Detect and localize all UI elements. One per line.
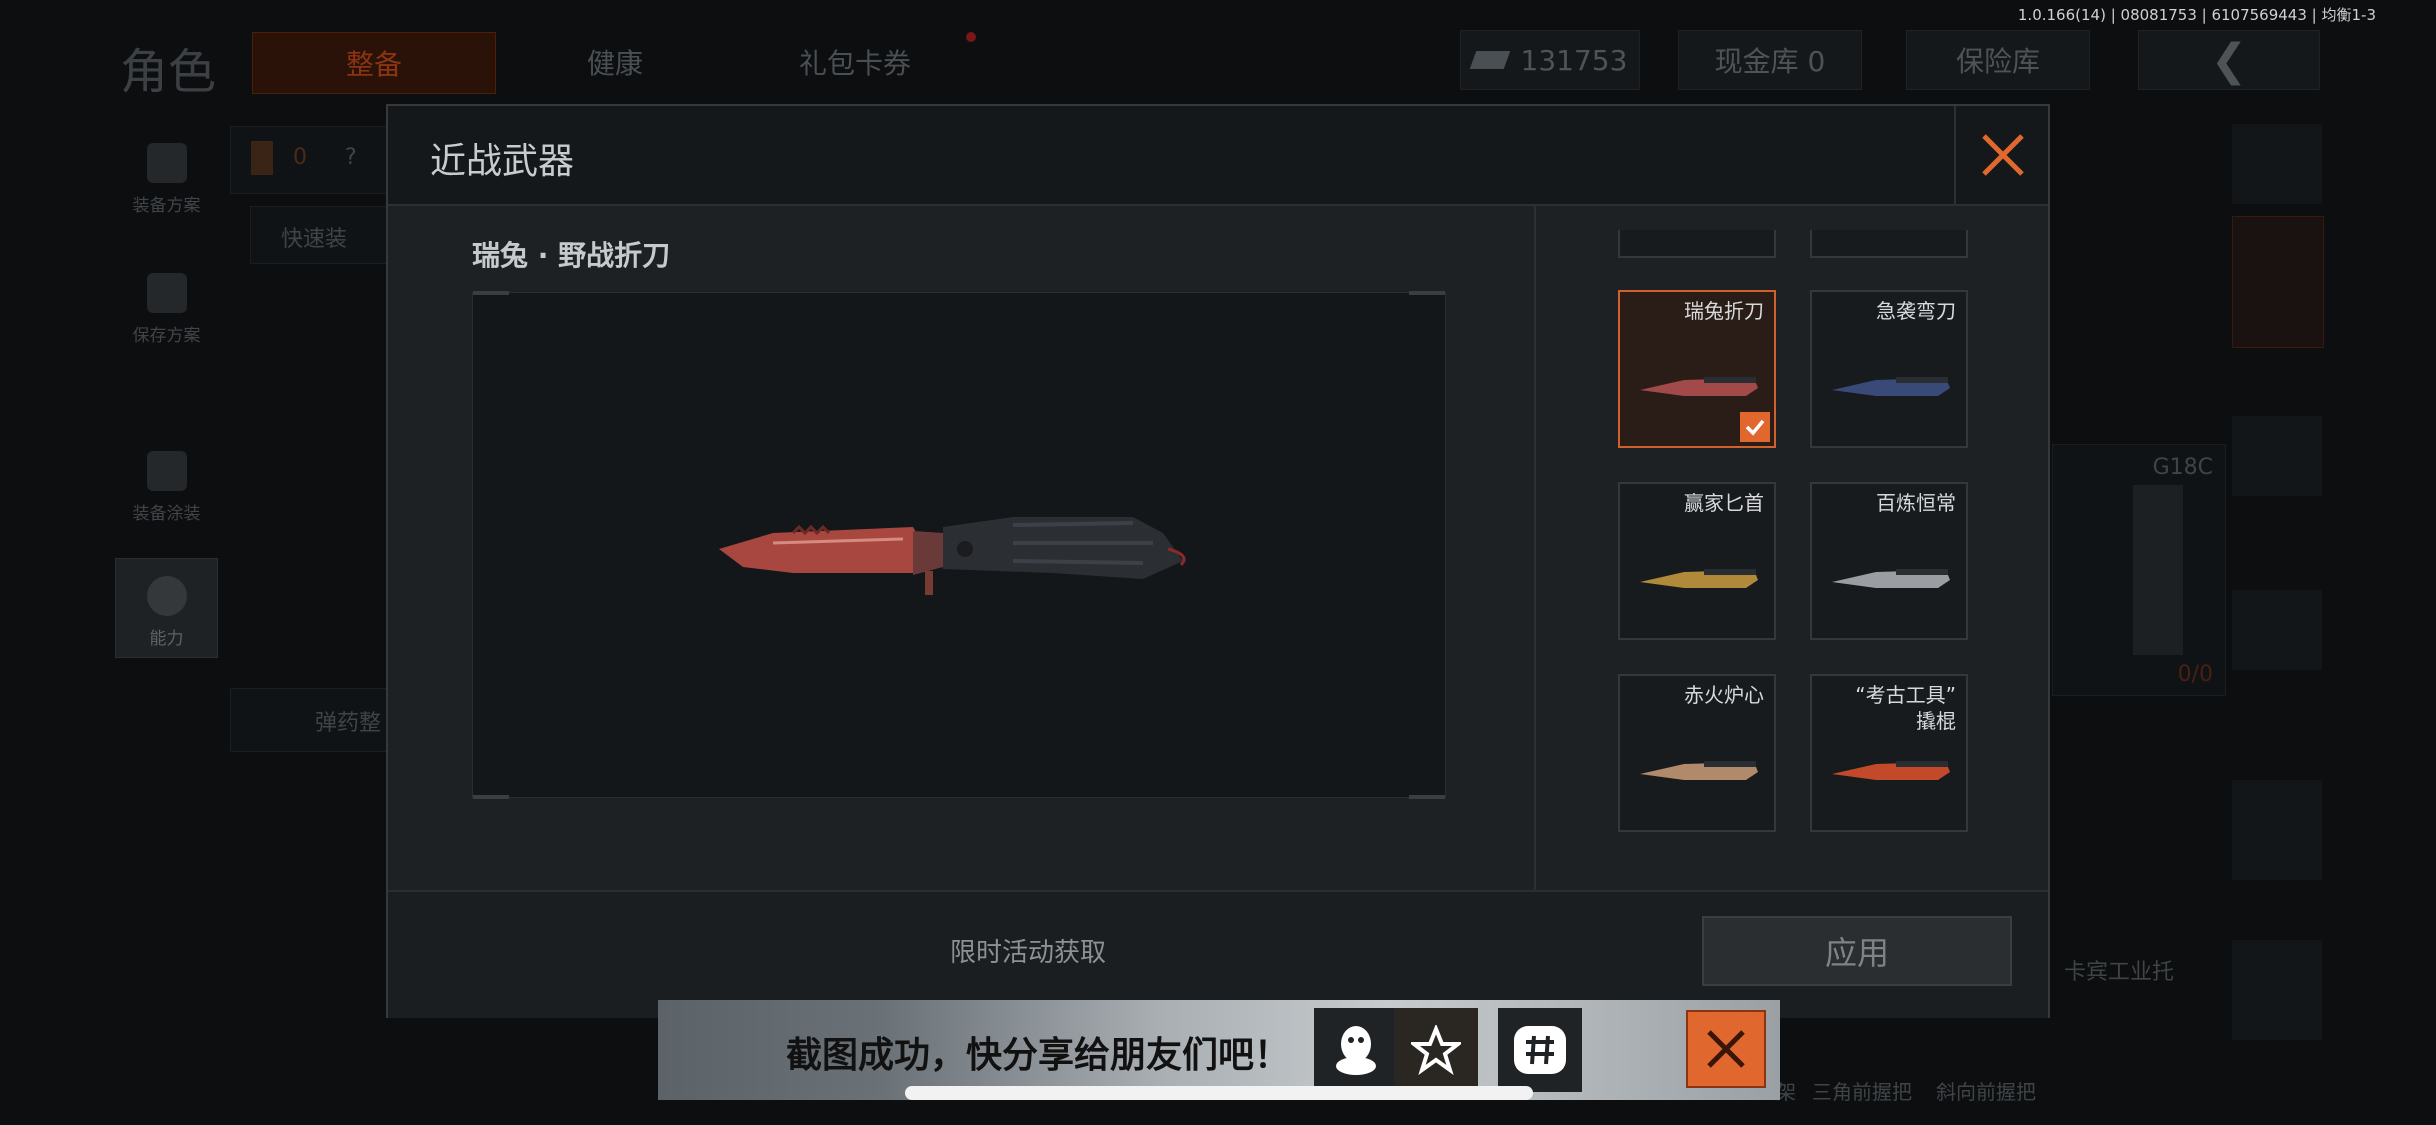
share-banner: 截图成功，快分享给朋友们吧！ bbox=[658, 1000, 1780, 1100]
qzone-icon bbox=[1411, 1025, 1461, 1075]
share-message: 截图成功，快分享给朋友们吧！ bbox=[786, 1035, 1291, 1076]
wechat-icon bbox=[1514, 1026, 1566, 1074]
insurance-vault-button[interactable]: 保险库 bbox=[1906, 30, 2090, 90]
count-value: 0 bbox=[293, 145, 307, 170]
secondary-weapon-slot[interactable]: G18C 0/0 bbox=[2052, 444, 2226, 696]
close-button[interactable] bbox=[1954, 106, 2050, 204]
vest-icon bbox=[146, 143, 187, 183]
pistol-icon bbox=[2133, 485, 2183, 655]
weapon-thumbnail bbox=[1640, 377, 1758, 396]
weapon-thumbnail bbox=[1832, 569, 1950, 588]
frame-corner bbox=[1409, 795, 1445, 799]
acquire-source: 限时活动获取 bbox=[950, 938, 1107, 968]
close-icon bbox=[1707, 1030, 1745, 1068]
magazine-slot-icon[interactable] bbox=[2232, 780, 2322, 880]
item-card-label: 百炼恒常 bbox=[1876, 491, 1956, 515]
frame-corner bbox=[473, 291, 509, 295]
item-card-partial[interactable] bbox=[1618, 230, 1776, 258]
item-card[interactable]: “考古工具” 撬棍 bbox=[1810, 674, 1968, 832]
qzone-share-button[interactable] bbox=[1394, 1008, 1478, 1092]
modal-header: 近战武器 bbox=[388, 106, 2048, 206]
home-indicator[interactable] bbox=[905, 1086, 1533, 1100]
item-name: 瑞兔 · 野战折刀 bbox=[472, 239, 671, 272]
vest-small-icon bbox=[251, 141, 273, 175]
rifle-slot-icon[interactable] bbox=[2232, 590, 2322, 670]
weapon-thumbnail bbox=[1832, 377, 1950, 396]
download-icon bbox=[146, 273, 187, 313]
item-card-label: 急袭弯刀 bbox=[1876, 299, 1956, 323]
panel-divider bbox=[1534, 204, 1536, 992]
version-info: 1.0.166(14) | 08081753 | 6107569443 | 均衡… bbox=[2017, 6, 2376, 24]
save-plan-button[interactable]: 保存方案 bbox=[115, 254, 218, 354]
wechat-share-button[interactable] bbox=[1498, 1008, 1582, 1092]
save-plan-label: 保存方案 bbox=[132, 326, 201, 346]
currency-icon bbox=[1469, 51, 1510, 69]
helmet-slot-icon[interactable] bbox=[2232, 416, 2322, 496]
help-icon[interactable]: ? bbox=[345, 145, 357, 170]
attachment-label: 三角前握把 bbox=[1812, 1080, 1912, 1104]
melee-weapon-modal: 近战武器 瑞兔 · 野战折刀 瑞兔折刀 急袭弯刀赢家匕首 百炼恒常赤火炉心 bbox=[386, 104, 2050, 1018]
item-card-label: 赤火炉心 bbox=[1684, 683, 1764, 707]
inventory-stack-icon[interactable] bbox=[2232, 124, 2322, 204]
ammo-button[interactable]: 弹药整 bbox=[230, 688, 392, 752]
equip-plan-label: 装备方案 bbox=[132, 196, 201, 216]
cash-vault-button[interactable]: 现金库 0 bbox=[1678, 30, 1862, 90]
item-card[interactable]: 赢家匕首 bbox=[1618, 482, 1776, 640]
item-card-label: 瑞兔折刀 bbox=[1684, 299, 1764, 323]
apply-button[interactable]: 应用 bbox=[1702, 916, 2012, 986]
frame-corner bbox=[473, 795, 509, 799]
equip-plan-button[interactable]: 装备方案 bbox=[115, 124, 218, 224]
weapon-thumbnail bbox=[1640, 761, 1758, 780]
page-title: 角色 bbox=[120, 44, 217, 100]
item-card-label: “考古工具” 撬棍 bbox=[1855, 683, 1956, 733]
item-preview[interactable] bbox=[472, 291, 1446, 799]
banner-close-button[interactable] bbox=[1686, 1010, 1766, 1088]
weapon-name: G18C bbox=[2152, 455, 2213, 480]
close-icon bbox=[1982, 134, 2024, 176]
item-card-label: 赢家匕首 bbox=[1684, 491, 1764, 515]
qq-share-button[interactable] bbox=[1314, 1008, 1398, 1092]
helmet-icon bbox=[146, 451, 187, 491]
quick-equip-label: 快速装 bbox=[281, 227, 348, 252]
item-card[interactable]: 赤火炉心 bbox=[1618, 674, 1776, 832]
ammo-label: 弹药整 bbox=[315, 711, 382, 736]
weapon-thumbnail bbox=[1640, 569, 1758, 588]
item-card[interactable]: 急袭弯刀 bbox=[1810, 290, 1968, 448]
lightning-icon bbox=[146, 576, 187, 616]
currency-display: 131753 bbox=[1460, 30, 1640, 90]
ability-label: 能力 bbox=[149, 629, 184, 649]
grenade-slot-icon[interactable] bbox=[2232, 940, 2322, 1040]
back-arrow-icon: ❮ bbox=[2210, 34, 2248, 86]
item-card[interactable]: 百炼恒常 bbox=[1810, 482, 1968, 640]
tab-gift-cards[interactable]: 礼包卡券 bbox=[740, 32, 970, 92]
loadout-tab-icon[interactable] bbox=[2232, 216, 2324, 348]
tab-equip[interactable]: 整备 bbox=[252, 32, 496, 94]
back-button[interactable]: ❮ bbox=[2138, 30, 2320, 90]
frame-corner bbox=[1409, 291, 1445, 295]
qq-icon bbox=[1336, 1026, 1376, 1075]
equip-skin-label: 装备涂装 bbox=[132, 504, 201, 524]
weapon-thumbnail bbox=[1832, 761, 1950, 780]
item-card-partial[interactable] bbox=[1810, 230, 1968, 258]
knife-preview-image bbox=[719, 517, 1186, 595]
currency-amount: 131753 bbox=[1520, 43, 1628, 77]
tab-health[interactable]: 健康 bbox=[520, 32, 710, 92]
equip-skin-button[interactable]: 装备涂装 bbox=[115, 432, 218, 532]
weapon-ammo-count: 0/0 bbox=[2177, 662, 2213, 687]
item-card[interactable]: 瑞兔折刀 bbox=[1618, 290, 1776, 448]
ability-button[interactable]: 能力 bbox=[115, 558, 218, 658]
count-bar: 0 ? bbox=[230, 126, 392, 194]
modal-title: 近战武器 bbox=[430, 141, 575, 182]
quick-equip-button[interactable]: 快速装 bbox=[250, 206, 392, 264]
selected-check-icon bbox=[1740, 412, 1770, 442]
attachment-label: 卡宾工业托 bbox=[2064, 960, 2175, 985]
notification-dot bbox=[966, 32, 976, 42]
attachment-label: 斜向前握把 bbox=[1936, 1080, 2036, 1104]
